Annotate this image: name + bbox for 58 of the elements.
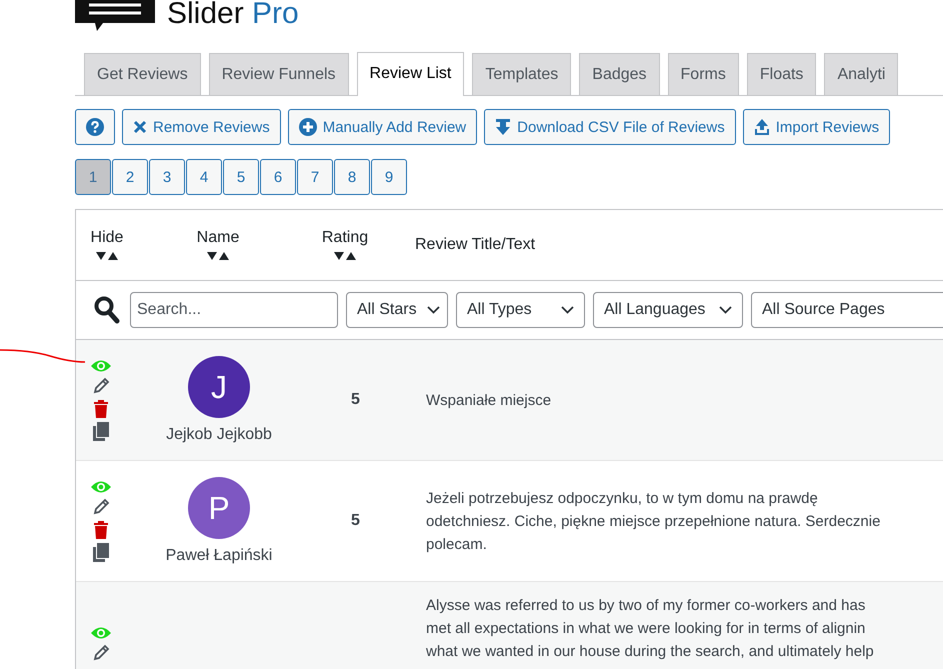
sort-icon[interactable] xyxy=(334,251,356,261)
page-button[interactable]: 2 xyxy=(112,159,148,195)
trash-icon[interactable] xyxy=(93,520,109,539)
column-header[interactable]: Name xyxy=(196,229,240,247)
column-header: Review Title/Text xyxy=(415,236,536,254)
pencil-icon[interactable] xyxy=(92,644,110,662)
column-header[interactable]: Rating xyxy=(322,229,368,247)
reviewer-name: Jejkob Jejkobb xyxy=(166,426,272,444)
rating: 5 xyxy=(351,391,361,409)
page-button[interactable]: 3 xyxy=(149,159,185,195)
rating: 5 xyxy=(351,512,361,530)
avatar: J xyxy=(188,356,250,418)
tab[interactable]: Badges xyxy=(579,53,660,95)
close-icon xyxy=(133,120,147,134)
app-title: Slider Pro xyxy=(167,0,299,32)
filter-dropdown[interactable]: All Source Pages xyxy=(751,292,943,328)
trash-icon[interactable] xyxy=(93,399,109,418)
tab[interactable]: Review List xyxy=(356,52,464,96)
plus-icon xyxy=(298,118,317,136)
download-csv-button[interactable]: Download CSV File of Reviews xyxy=(484,109,736,145)
add-review-button[interactable]: Manually Add Review xyxy=(288,109,478,145)
help-icon xyxy=(86,118,104,136)
import-reviews-button[interactable]: Import Reviews xyxy=(742,109,890,145)
search-icon xyxy=(94,296,120,324)
page-button[interactable]: 9 xyxy=(371,159,407,195)
tab[interactable]: Review Funnels xyxy=(208,53,349,95)
pencil-icon[interactable] xyxy=(92,498,110,516)
review-text: Wspaniałe miejsce xyxy=(426,390,552,410)
avatar: P xyxy=(188,477,250,539)
column-header[interactable]: Hide xyxy=(90,229,124,247)
copy-icon[interactable] xyxy=(93,543,109,562)
tab[interactable]: Analyti xyxy=(824,53,898,95)
remove-reviews-button[interactable]: Remove Reviews xyxy=(122,109,281,145)
review-text: Alysse was referred to us by two of my former co-workers and has met all expectations in what we were looking for in terms of alignin what we wanted in our house during the search, and ultimately help xyxy=(426,596,874,662)
pencil-icon[interactable] xyxy=(92,377,110,395)
filter-dropdown[interactable]: All Languages xyxy=(593,292,743,328)
page-button[interactable]: 8 xyxy=(334,159,370,195)
review-text: Jeżeli potrzebujesz odpoczynku, to w tym domu na prawdę odetchniesz. Ciche, piękne miejsce przepełnione natura. Serdecznie polecam. xyxy=(426,488,880,554)
sort-icon[interactable] xyxy=(207,251,229,261)
speech-bubble-icon xyxy=(75,0,155,31)
sort-icon[interactable] xyxy=(96,251,118,261)
search-field[interactable]: Search... xyxy=(130,292,338,328)
copy-icon[interactable] xyxy=(93,422,109,441)
tab[interactable]: Floats xyxy=(746,53,816,95)
reviewer-name: Paweł Łapiński xyxy=(166,547,272,565)
page-button[interactable]: 1 xyxy=(75,159,111,195)
upload-icon xyxy=(754,118,770,136)
tab[interactable]: Forms xyxy=(668,53,739,95)
help-button[interactable] xyxy=(75,109,115,145)
tab[interactable]: Get Reviews xyxy=(84,53,201,95)
filter-dropdown[interactable]: All Types xyxy=(456,292,585,328)
download-icon xyxy=(495,118,512,136)
tab[interactable]: Templates xyxy=(472,53,572,95)
page-button[interactable]: 6 xyxy=(260,159,296,195)
page-button[interactable]: 5 xyxy=(223,159,259,195)
filter-dropdown[interactable]: All Stars xyxy=(346,292,448,328)
page-button[interactable]: 7 xyxy=(297,159,333,195)
page-button[interactable]: 4 xyxy=(186,159,222,195)
